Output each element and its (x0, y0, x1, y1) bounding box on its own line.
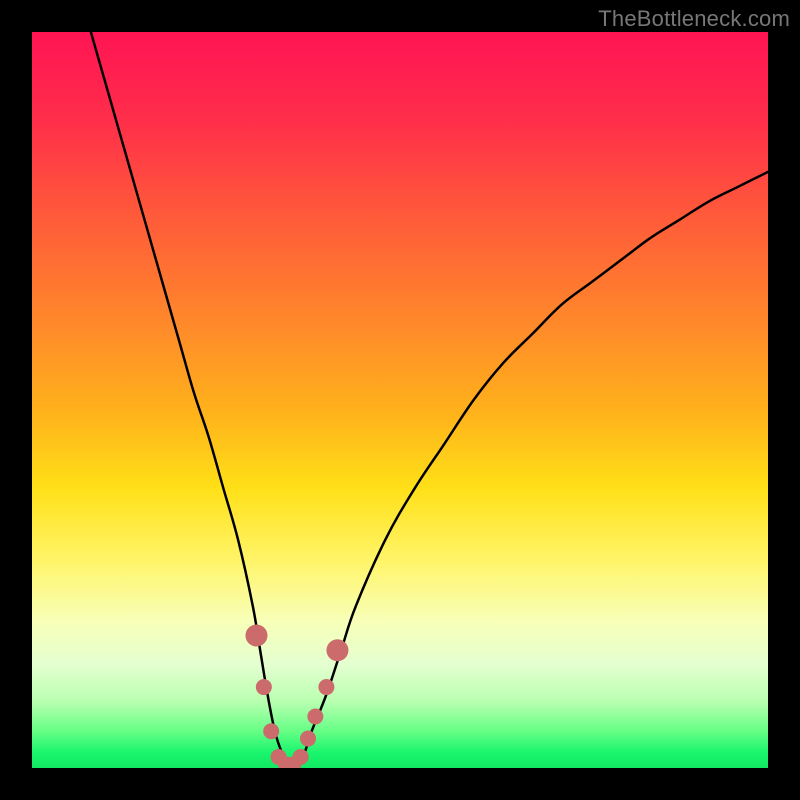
plot-area (32, 32, 768, 768)
marker-dot (307, 708, 323, 724)
marker-group (245, 625, 348, 768)
marker-dot (256, 679, 272, 695)
watermark-text: TheBottleneck.com (598, 6, 790, 32)
marker-dot (318, 679, 334, 695)
marker-dot (293, 749, 309, 765)
chart-container: TheBottleneck.com (0, 0, 800, 800)
bottleneck-curve (91, 32, 768, 766)
marker-dot (263, 723, 279, 739)
curve-layer (32, 32, 768, 768)
marker-dot (326, 639, 348, 661)
marker-dot (300, 731, 316, 747)
marker-dot (245, 625, 267, 647)
